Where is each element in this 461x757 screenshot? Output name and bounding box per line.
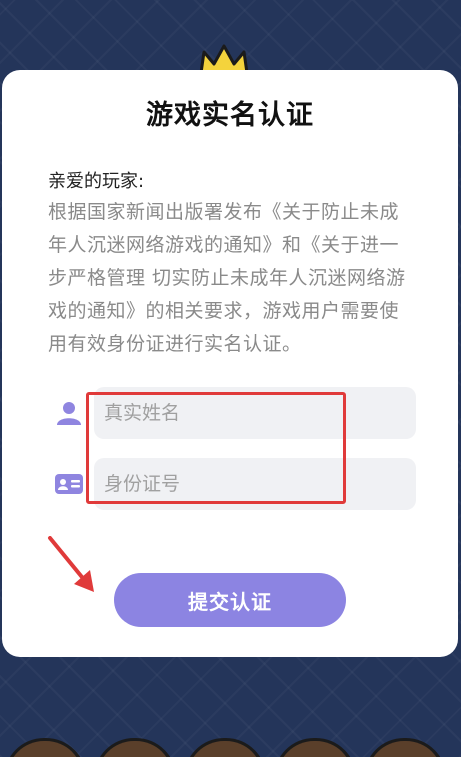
bottom-item [4, 738, 86, 757]
name-field-row [2, 387, 458, 439]
arrow-icon [48, 536, 94, 592]
notice-text: 根据国家新闻出版署发布《关于防止未成年人沉迷网络游戏的通知》和《关于进一步严格管… [48, 201, 406, 355]
submit-verification-button[interactable]: 提交认证 [114, 573, 346, 627]
realname-dialog: 游戏实名认证 亲爱的玩家: 根据国家新闻出版署发布《关于防止未成年人沉迷网络游戏… [2, 70, 458, 657]
dialog-title: 游戏实名认证 [146, 100, 314, 131]
bottom-item [184, 738, 266, 757]
bottom-item [274, 738, 356, 757]
greeting-text: 亲爱的玩家: [48, 171, 145, 192]
id-number-input[interactable] [94, 458, 416, 510]
id-card-icon [55, 474, 83, 494]
id-field-row [2, 458, 458, 510]
bottom-item [364, 738, 446, 757]
real-name-input[interactable] [94, 387, 416, 439]
bottom-item [94, 738, 176, 757]
bottom-character-strip [0, 738, 461, 757]
user-icon [57, 402, 81, 425]
